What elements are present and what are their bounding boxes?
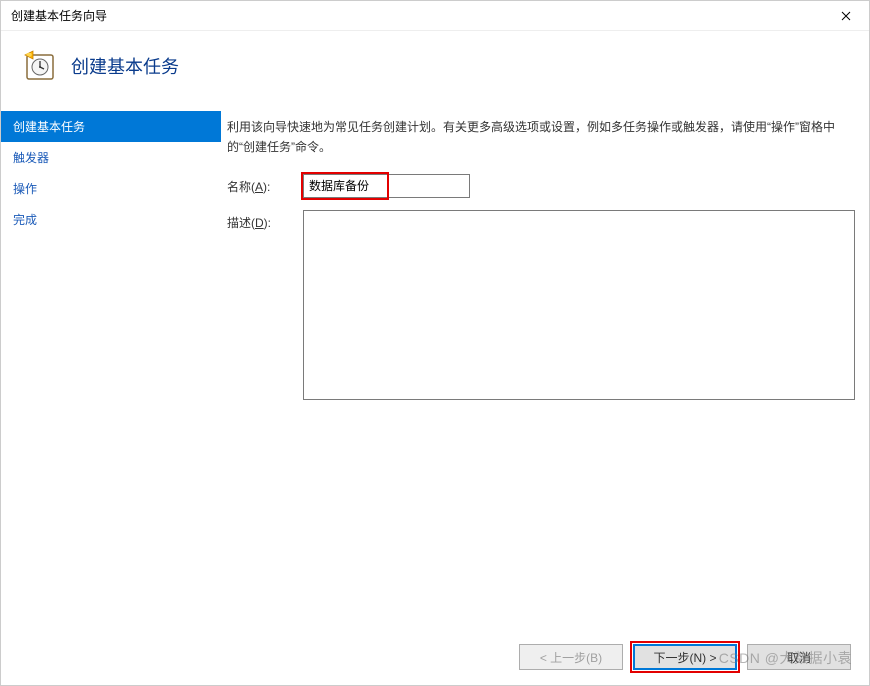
name-label: 名称(A): — [227, 174, 303, 195]
sidebar-item-label: 完成 — [13, 213, 37, 227]
wizard-main-panel: 利用该向导快速地为常见任务创建计划。有关更多高级选项或设置，例如多任务操作或触发… — [221, 111, 869, 629]
wizard-content: 创建基本任务 触发器 操作 完成 利用该向导快速地为常见任务创建计划。有关更多高… — [1, 111, 869, 629]
sidebar-item-label: 触发器 — [13, 151, 49, 165]
wizard-window: 创建基本任务向导 创建基本任务 创建基本任务 触发器 — [0, 0, 870, 686]
next-button-wrap: 下一步(N) > — [633, 644, 737, 670]
sidebar-item-finish[interactable]: 完成 — [1, 204, 221, 235]
name-input-wrap — [303, 174, 855, 198]
description-label: 描述(D): — [227, 210, 303, 231]
cancel-button[interactable]: 取消 — [747, 644, 851, 670]
next-button[interactable]: 下一步(N) > — [633, 644, 737, 670]
wizard-header: 创建基本任务 — [1, 31, 869, 111]
task-scheduler-icon — [23, 49, 57, 83]
wizard-intro-text: 利用该向导快速地为常见任务创建计划。有关更多高级选项或设置，例如多任务操作或触发… — [227, 117, 855, 158]
description-textarea[interactable] — [303, 210, 855, 400]
close-button[interactable] — [823, 1, 869, 31]
sidebar-item-label: 操作 — [13, 182, 37, 196]
wizard-sidebar: 创建基本任务 触发器 操作 完成 — [1, 111, 221, 629]
description-row: 描述(D): — [227, 210, 855, 400]
back-button: < 上一步(B) — [519, 644, 623, 670]
sidebar-item-create-basic-task[interactable]: 创建基本任务 — [1, 111, 221, 142]
window-title: 创建基本任务向导 — [11, 7, 107, 24]
sidebar-item-label: 创建基本任务 — [13, 120, 85, 134]
titlebar: 创建基本任务向导 — [1, 1, 869, 31]
name-row: 名称(A): — [227, 174, 855, 198]
close-icon — [841, 11, 851, 21]
name-input[interactable] — [303, 174, 470, 198]
wizard-step-title: 创建基本任务 — [71, 53, 179, 79]
sidebar-item-action[interactable]: 操作 — [1, 173, 221, 204]
wizard-footer: < 上一步(B) 下一步(N) > 取消 — [1, 629, 869, 685]
sidebar-item-trigger[interactable]: 触发器 — [1, 142, 221, 173]
